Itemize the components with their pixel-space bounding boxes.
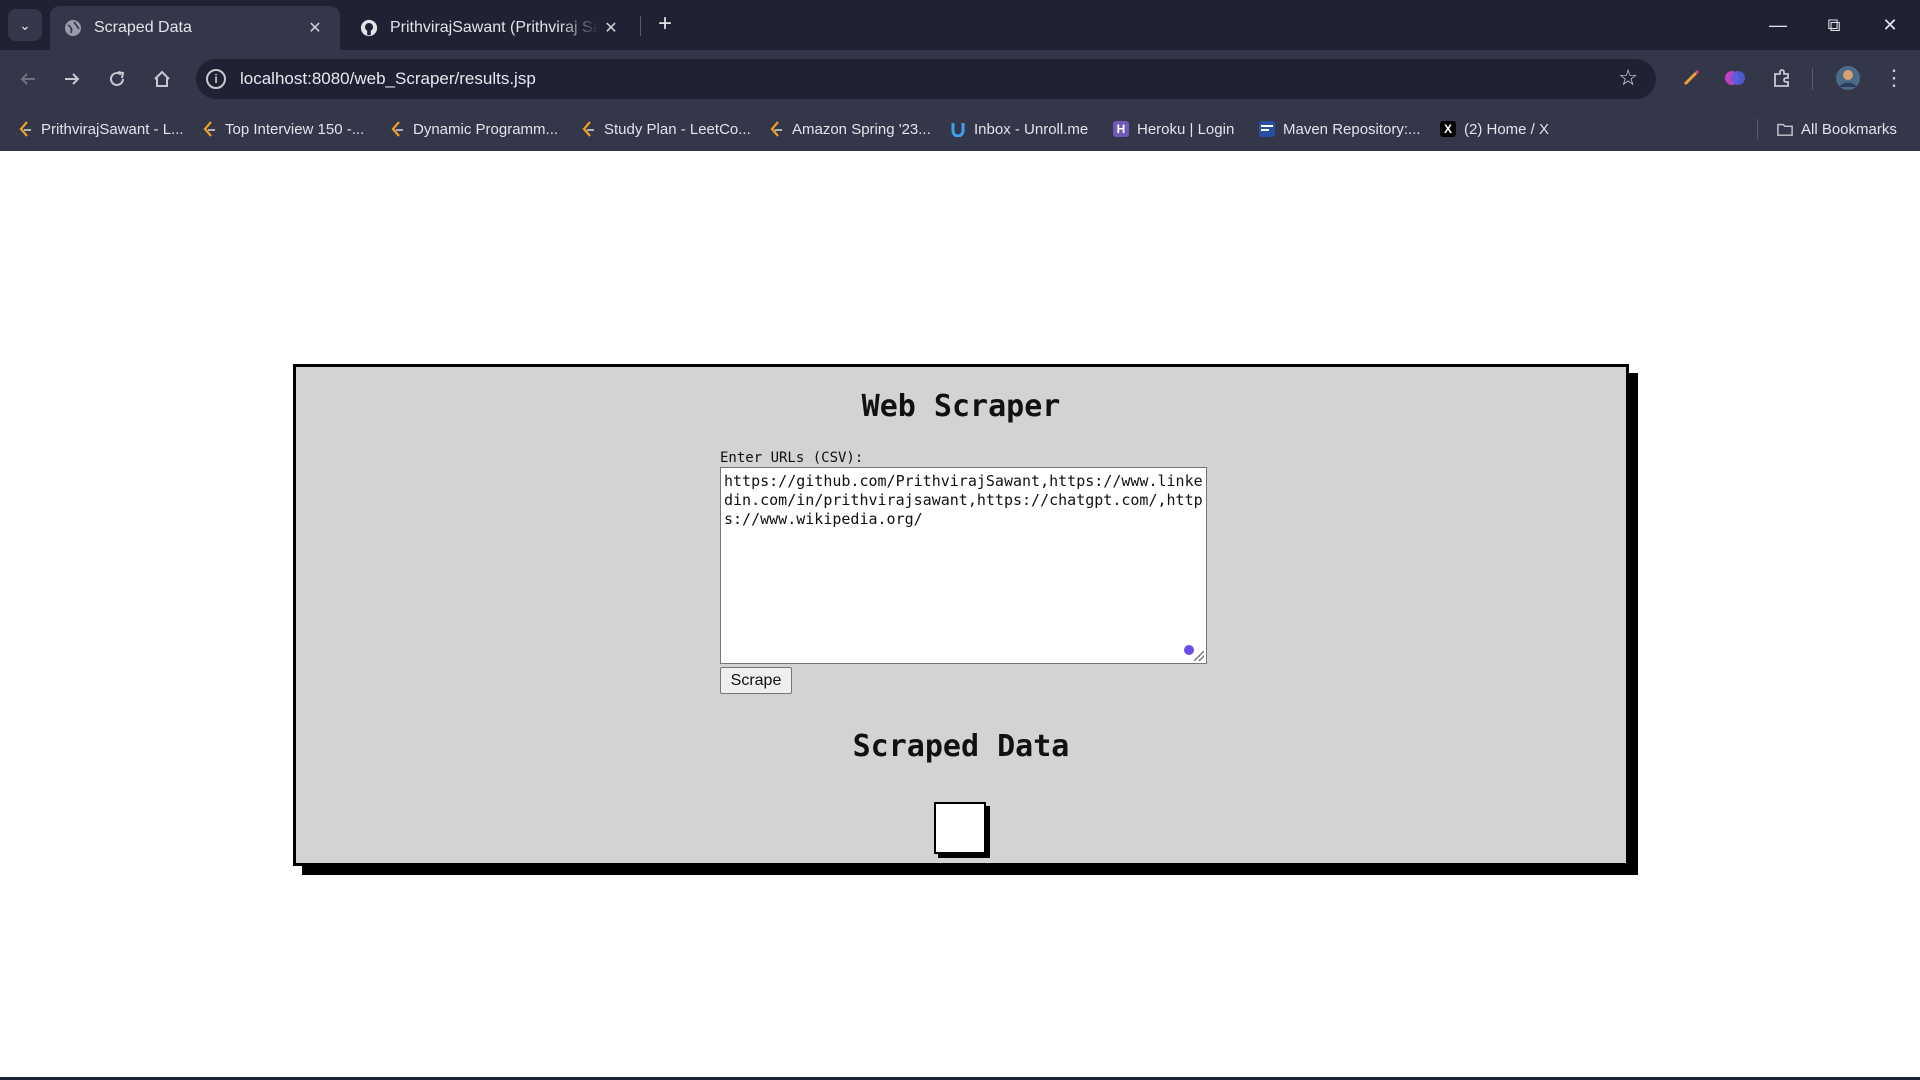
close-window-icon[interactable]: ✕: [1862, 0, 1918, 50]
address-bar[interactable]: i localhost:8080/web_Scraper/results.jsp…: [196, 59, 1656, 99]
github-icon: [360, 19, 378, 37]
close-icon[interactable]: ✕: [600, 18, 622, 38]
bookmark-label: Maven Repository:...: [1283, 120, 1421, 138]
tab-title: Scraped Data: [94, 19, 192, 36]
bookmark-label: Heroku | Login: [1137, 120, 1235, 138]
bookmark-item[interactable]: Study Plan - LeetCo...: [580, 117, 751, 141]
scraper-card: Web Scraper Enter URLs (CSV): https://gi…: [293, 364, 1629, 866]
bookmark-item[interactable]: H Heroku | Login: [1113, 117, 1234, 141]
reload-icon[interactable]: [100, 62, 134, 96]
scrape-button[interactable]: Scrape: [720, 667, 792, 694]
bookmark-item[interactable]: Maven Repository:...: [1259, 117, 1421, 141]
menu-kebab-icon[interactable]: ⋮: [1882, 65, 1906, 90]
page-viewport: Web Scraper Enter URLs (CSV): https://gi…: [0, 151, 1920, 1080]
bookmark-item[interactable]: X (2) Home / X: [1440, 117, 1549, 141]
site-info-icon[interactable]: i: [206, 69, 226, 89]
bookmark-label: Amazon Spring '23...: [792, 120, 931, 138]
leetcode-icon: [389, 121, 405, 137]
tab-strip: ⌄ Scraped Data ✕ PrithvirajSawant (Prith…: [0, 0, 1920, 50]
maven-icon: [1259, 121, 1275, 137]
close-icon[interactable]: ✕: [304, 18, 326, 38]
bookmark-label: Dynamic Programm...: [413, 120, 559, 138]
bookmark-label: Study Plan - LeetCo...: [604, 120, 751, 138]
tab-title: PrithvirajSawant (Prithviraj Sawant): [390, 19, 600, 36]
bookmarks-bar: PrithvirajSawant - L... Top Interview 15…: [0, 107, 1920, 151]
unrollme-icon: [950, 121, 966, 137]
new-tab-plus-icon[interactable]: +: [652, 12, 678, 38]
tab-search-button[interactable]: ⌄: [8, 9, 42, 41]
results-title: Scraped Data: [852, 729, 1070, 764]
home-icon[interactable]: [145, 62, 179, 96]
pen-extension-icon[interactable]: [1679, 66, 1703, 90]
page-title: Web Scraper: [861, 389, 1061, 424]
bookmark-label: Inbox - Unroll.me: [974, 120, 1089, 138]
extensions-puzzle-icon[interactable]: [1770, 66, 1794, 90]
bookmark-item[interactable]: Amazon Spring '23...: [768, 117, 931, 141]
bookmarks-separator: [1757, 119, 1758, 139]
heroku-icon: H: [1113, 121, 1129, 137]
scraped-data-box: [934, 802, 986, 854]
bookmark-item[interactable]: Dynamic Programm...: [389, 117, 558, 141]
leetcode-icon: [768, 121, 784, 137]
tab-scraped-data[interactable]: Scraped Data ✕: [50, 6, 340, 50]
chevron-down-icon: ⌄: [19, 16, 31, 33]
restore-icon[interactable]: ⧉: [1806, 0, 1862, 50]
grammar-extension-icon[interactable]: [1184, 645, 1194, 655]
bookmark-item[interactable]: Inbox - Unroll.me: [950, 117, 1088, 141]
tab-github[interactable]: PrithvirajSawant (Prithviraj Sawant) ✕: [346, 6, 636, 50]
leetcode-icon: [580, 121, 596, 137]
all-bookmarks-button[interactable]: All Bookmarks: [1777, 117, 1897, 141]
urls-textarea[interactable]: https://github.com/PrithvirajSawant,http…: [720, 467, 1207, 664]
all-bookmarks-label: All Bookmarks: [1801, 120, 1897, 138]
brain-extension-icon[interactable]: [1723, 66, 1747, 90]
bookmark-item[interactable]: PrithvirajSawant - L...: [17, 117, 184, 141]
toolbar-separator: [1812, 68, 1813, 90]
urls-textarea-value: https://github.com/PrithvirajSawant,http…: [724, 472, 1203, 528]
back-arrow-icon[interactable]: [11, 62, 45, 96]
browser-toolbar: i localhost:8080/web_Scraper/results.jsp…: [0, 50, 1920, 107]
bookmark-star-icon[interactable]: ☆: [1618, 67, 1638, 89]
leetcode-icon: [201, 121, 217, 137]
forward-arrow-icon[interactable]: [55, 62, 89, 96]
bookmark-label: PrithvirajSawant - L...: [41, 120, 184, 138]
urls-input-label: Enter URLs (CSV):: [720, 450, 864, 466]
resize-handle-icon[interactable]: [1194, 651, 1204, 661]
x-icon: X: [1440, 121, 1456, 137]
minimize-icon[interactable]: —: [1750, 0, 1806, 50]
url-text[interactable]: localhost:8080/web_Scraper/results.jsp: [240, 69, 536, 89]
bookmark-label: (2) Home / X: [1464, 120, 1550, 138]
profile-avatar[interactable]: [1835, 65, 1861, 91]
leetcode-icon: [17, 121, 33, 137]
tab-separator: [640, 16, 641, 36]
folder-icon: [1777, 121, 1793, 137]
globe-icon: [64, 19, 82, 37]
bookmark-item[interactable]: Top Interview 150 -...: [201, 117, 364, 141]
bookmark-label: Top Interview 150 -...: [225, 120, 365, 138]
